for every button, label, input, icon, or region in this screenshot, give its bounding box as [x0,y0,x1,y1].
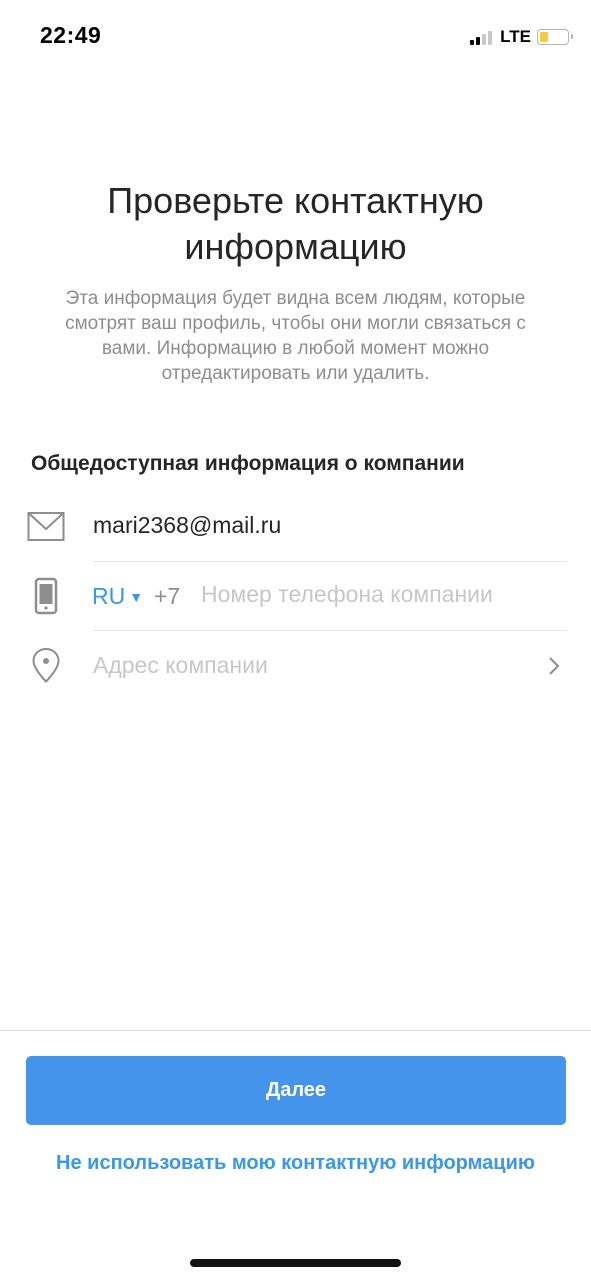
page-title: Проверьте контактную информацию [107,180,484,267]
divider [93,561,567,562]
battery-icon [537,29,573,45]
divider [93,630,567,631]
chevron-right-icon [549,657,560,675]
address-placeholder: Адрес компании [93,652,268,678]
page-subtitle: Эта информация будет видна всем людям, к… [65,288,526,384]
cellular-signal-icon [470,29,494,45]
status-time: 22:49 [40,22,102,48]
country-code-selector[interactable]: RU ▼ [92,583,143,610]
phone-row: RU ▼ +7 [0,563,591,631]
caret-down-icon: ▼ [129,588,144,605]
skip-contact-info-link[interactable]: Не использовать мою контактную информаци… [0,1152,591,1175]
status-bar: 22:49 LTE [0,0,591,72]
dial-code: +7 [154,583,181,609]
phone-input[interactable] [201,581,561,608]
email-row[interactable] [0,494,591,562]
section-title: Общедоступная информация о компании [31,452,465,475]
phone-icon [34,577,58,615]
status-indicators: LTE [470,26,573,48]
bottom-divider [0,1030,591,1031]
address-row[interactable]: Адрес компании [0,632,591,700]
next-button[interactable]: Далее [26,1056,566,1125]
home-indicator[interactable] [190,1259,401,1267]
location-pin-icon [32,647,60,683]
email-field[interactable] [93,512,533,539]
network-type: LTE [500,27,531,46]
envelope-icon [27,512,65,541]
country-code: RU [92,583,126,609]
